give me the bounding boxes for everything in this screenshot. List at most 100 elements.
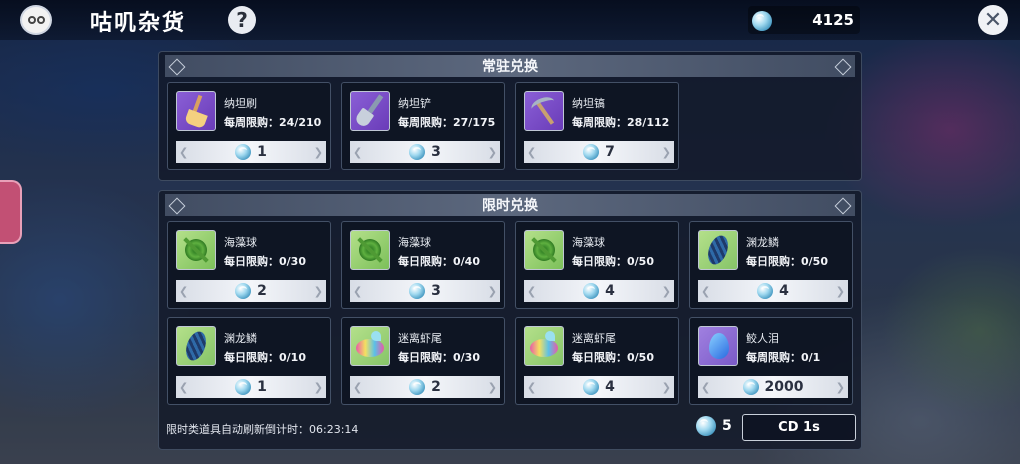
shop-title: 咕叽杂货 (90, 11, 187, 36)
item-name: 海藻球 (398, 236, 431, 249)
item-name: 渊龙鳞 (746, 236, 779, 249)
buy-price-button[interactable]: ❮ 4 ❯ (524, 376, 674, 398)
ornament-icon (168, 197, 186, 215)
price-value: 3 (431, 144, 441, 160)
chevron-left-icon: ❮ (701, 285, 711, 298)
item-name: 海藻球 (572, 236, 605, 249)
section-title: 限时兑换 (482, 198, 538, 214)
item-name: 迷离虾尾 (398, 332, 442, 345)
buy-price-button[interactable]: ❮ 3 ❯ (350, 141, 500, 163)
price-value: 7 (605, 144, 615, 160)
gem-icon (752, 11, 772, 31)
gem-icon (757, 283, 774, 299)
buy-price-button[interactable]: ❮ 4 ❯ (524, 280, 674, 302)
chevron-right-icon: ❯ (661, 285, 671, 298)
chevron-right-icon: ❯ (661, 146, 671, 159)
top-bar: 咕叽杂货 ? 4125 ✕ (0, 0, 1020, 40)
buy-price-button[interactable]: ❮ 2 ❯ (350, 376, 500, 398)
shop-item-card[interactable]: 纳坦镐 每周限购：28/112 ❮ 7 ❯ (515, 82, 679, 170)
price-value: 3 (431, 283, 441, 299)
gem-icon (235, 144, 252, 160)
item-purchase-limit: 每日限购：0/30 (224, 255, 306, 268)
gem-icon (409, 144, 426, 160)
chevron-left-icon: ❮ (527, 146, 537, 159)
item-name: 海藻球 (224, 236, 257, 249)
price-value: 1 (257, 144, 267, 160)
chevron-left-icon: ❮ (179, 285, 189, 298)
side-tab-handle[interactable] (0, 180, 22, 244)
item-purchase-limit: 每周限购：27/175 (398, 116, 496, 129)
shovel-icon (350, 91, 390, 131)
buy-price-button[interactable]: ❮ 2 ❯ (176, 280, 326, 302)
gem-icon (409, 379, 426, 395)
gem-icon (583, 144, 600, 160)
shop-item-card[interactable]: 纳坦铲 每周限购：27/175 ❮ 3 ❯ (341, 82, 505, 170)
buy-price-button[interactable]: ❮ 1 ❯ (176, 376, 326, 398)
item-purchase-limit: 每周限购：0/1 (746, 351, 821, 364)
chevron-right-icon: ❯ (835, 381, 845, 394)
price-value: 4 (779, 283, 789, 299)
refresh-cost: 5 (696, 416, 732, 436)
dragon-scale-icon (176, 326, 216, 366)
chevron-right-icon: ❯ (487, 285, 497, 298)
shop-item-card[interactable]: 迷离虾尾 每日限购：0/50 ❮ 4 ❯ (515, 317, 679, 405)
chevron-left-icon: ❮ (179, 381, 189, 394)
permanent-exchange-panel: 常驻兑换 纳坦刷 每周限购：24/210 ❮ 1 ❯ 纳坦铲每周限购：27/175 ❮ 3 ❯ 纳… (158, 51, 862, 181)
buy-price-button[interactable]: ❮ 7 ❯ (524, 141, 674, 163)
limited-exchange-panel: 限时兑换 海藻球 每日限购：0/30 ❮ 2 ❯ 海藻球 每日限购：0/40 ❮ 3 ❯ 海藻球 每日… (158, 190, 862, 450)
gem-icon (583, 283, 600, 299)
seaweed-ball-icon (176, 230, 216, 270)
chevron-left-icon: ❮ (353, 146, 363, 159)
close-button[interactable]: ✕ (978, 5, 1008, 35)
item-purchase-limit: 每日限购：0/40 (398, 255, 480, 268)
shop-item-card[interactable]: 海藻球每日限购：0/30 ❮ 2 ❯ (167, 221, 331, 309)
chevron-right-icon: ❯ (487, 381, 497, 394)
seaweed-ball-icon (524, 230, 564, 270)
item-name: 渊龙鳞 (224, 332, 257, 345)
price-value: 2000 (764, 379, 804, 395)
price-value: 2 (431, 379, 441, 395)
price-value: 4 (605, 379, 615, 395)
ornament-icon (834, 58, 852, 76)
chevron-left-icon: ❮ (527, 285, 537, 298)
chevron-left-icon: ❮ (527, 381, 537, 394)
currency-value: 4125 (812, 11, 854, 29)
help-button[interactable]: ? (228, 6, 256, 34)
section-title: 常驻兑换 (482, 59, 538, 75)
shop-item-card[interactable]: 鲛人泪 每周限购：0/1 ❮ 2000 ❯ (689, 317, 853, 405)
item-purchase-limit: 每日限购：0/50 (746, 255, 828, 268)
shop-keeper-avatar-icon (20, 5, 52, 35)
chevron-right-icon: ❯ (313, 381, 323, 394)
shop-item-card[interactable]: 海藻球 每日限购：0/50 ❮ 4 ❯ (515, 221, 679, 309)
item-name: 纳坦铲 (398, 97, 431, 110)
pickaxe-icon (524, 91, 564, 131)
refresh-cost-value: 5 (722, 418, 732, 434)
item-purchase-limit: 每日限购：0/10 (224, 351, 306, 364)
buy-price-button[interactable]: ❮ 1 ❯ (176, 141, 326, 163)
item-name: 纳坦刷 (224, 97, 257, 110)
shop-item-card[interactable]: 迷离虾尾 每日限购：0/30 ❮ 2 ❯ (341, 317, 505, 405)
shop-item-card[interactable]: 渊龙鳞每日限购：0/10 ❮ 1 ❯ (167, 317, 331, 405)
shrimp-tail-icon (524, 326, 564, 366)
gem-icon (235, 283, 252, 299)
gem-icon (696, 416, 716, 436)
buy-price-button[interactable]: ❮ 3 ❯ (350, 280, 500, 302)
shop-item-card[interactable]: 海藻球 每日限购：0/40 ❮ 3 ❯ (341, 221, 505, 309)
chevron-left-icon: ❮ (701, 381, 711, 394)
currency-display: 4125 (748, 6, 860, 34)
refresh-cd-button[interactable]: CD 1s (742, 414, 856, 441)
shop-item-card[interactable]: 渊龙鳞每日限购：0/50 ❮ 4 ❯ (689, 221, 853, 309)
dragon-scale-icon (698, 230, 738, 270)
buy-price-button[interactable]: ❮ 4 ❯ (698, 280, 848, 302)
gem-icon (742, 379, 759, 395)
ornament-icon (834, 197, 852, 215)
buy-price-button[interactable]: ❮ 2000 ❯ (698, 376, 848, 398)
item-purchase-limit: 每日限购：0/30 (398, 351, 480, 364)
item-name: 迷离虾尾 (572, 332, 616, 345)
shrimp-tail-icon (350, 326, 390, 366)
mermaid-tear-icon (698, 326, 738, 366)
chevron-right-icon: ❯ (835, 285, 845, 298)
section-header: 常驻兑换 (165, 55, 855, 77)
shop-item-card[interactable]: 纳坦刷 每周限购：24/210 ❮ 1 ❯ (167, 82, 331, 170)
gem-icon (583, 379, 600, 395)
